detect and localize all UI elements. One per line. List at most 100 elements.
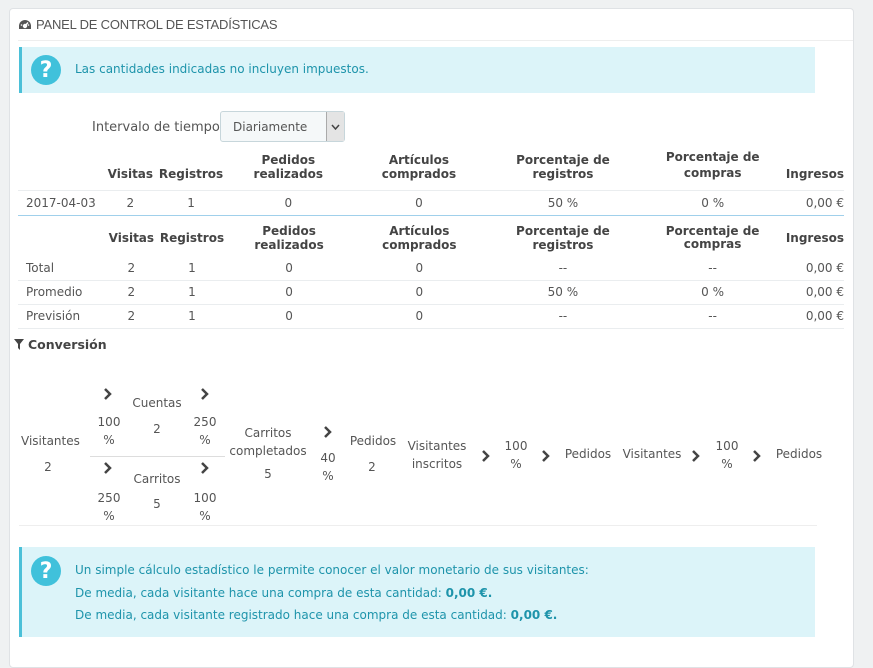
- cell-articulos: 0: [352, 303, 487, 328]
- visitantes-inscritos-label: Visitantes inscritos: [407, 439, 467, 471]
- alert-line-1: Un simple cálculo estadístico le permite…: [75, 563, 589, 577]
- chevron-right-icon: [542, 450, 550, 462]
- header-pct-registros: Porcentaje de registros: [516, 224, 610, 252]
- chevron-down-icon[interactable]: [326, 112, 344, 141]
- stats-table-daily: Visitas Registros Pedidos realizados Art…: [18, 148, 844, 216]
- header-pct-compras: Porcentaje de compras: [665, 149, 760, 180]
- cell-registros: 1: [158, 279, 226, 304]
- carritos-value: 5: [153, 497, 161, 511]
- cell-registros: 1: [158, 303, 226, 328]
- cell-pedidos: 0: [225, 303, 353, 328]
- pedidos-label-3: Pedidos: [775, 447, 823, 461]
- cell-visitas: 2: [104, 279, 159, 304]
- table-row: Previsión 2 1 0 0 -- -- 0,00 €: [18, 303, 844, 328]
- cell-pct-registros: 50 %: [486, 279, 640, 304]
- chevron-right-icon: [201, 462, 209, 474]
- pct-completados-pedidos: 40 %: [320, 451, 336, 483]
- chevron-right-icon: [201, 388, 209, 400]
- info-alert-taxes: ? Las cantidades indicadas no incluyen i…: [19, 47, 815, 93]
- pct-visitantes-pedidos: 100 %: [715, 439, 739, 471]
- cell-pct-compras: --: [639, 303, 786, 328]
- alert-line-3: De media, cada visitante registrado hace…: [75, 608, 557, 622]
- pct-cuentas-carritos: 250 %: [193, 415, 217, 447]
- header-articulos: Artículos comprados: [382, 224, 457, 252]
- header-pedidos: Pedidos realizados: [253, 152, 323, 181]
- question-icon: ?: [31, 55, 61, 85]
- row-label: Previsión: [18, 303, 105, 328]
- cell-pedidos: 0: [285, 260, 293, 275]
- interval-select[interactable]: Diariamente: [220, 111, 345, 142]
- cell-ingresos: 0,00 €: [805, 260, 844, 275]
- header-pct-compras: Porcentaje de compras: [665, 224, 760, 251]
- header-empty: [18, 148, 104, 190]
- filter-icon: [14, 339, 24, 350]
- cell-registros: 1: [188, 260, 196, 275]
- table-row: Promedio 2 1 0 0 50 % 0 % 0,00 €: [18, 279, 844, 304]
- cell-articulos: 0: [352, 279, 487, 304]
- conversion-title-text: Conversión: [28, 337, 107, 352]
- divider: [90, 456, 225, 457]
- pct-visit-carritos: 250 %: [97, 491, 121, 523]
- alert-line-2-value: 0,00 €.: [445, 586, 493, 600]
- pedidos-label: Pedidos: [349, 434, 397, 448]
- header-visitas: Visitas: [107, 166, 154, 181]
- cell-articulos: 0: [415, 260, 424, 275]
- cell-pedidos: 0: [224, 189, 352, 216]
- chevron-right-icon: [104, 462, 112, 474]
- carritos-completados-label: Carritos completados: [229, 426, 307, 458]
- cell-pct-registros: 50 %: [486, 189, 640, 216]
- cell-articulos: 0: [351, 189, 487, 216]
- interval-label: Intervalo de tiempo: [92, 120, 220, 135]
- dashboard-icon: [18, 19, 32, 31]
- pct-carritos-completados: 100 %: [193, 491, 217, 523]
- header-pedidos: Pedidos realizados: [254, 224, 324, 252]
- cell-pct-registros: --: [486, 303, 640, 328]
- header-visitas: Visitas: [108, 231, 155, 245]
- chevron-right-icon: [482, 450, 490, 462]
- stats-table-summary: Visitas Registros Pedidos realizados Art…: [18, 220, 844, 329]
- cuentas-value: 2: [153, 422, 161, 436]
- cuentas-label: Cuentas: [132, 396, 182, 410]
- row-label: Promedio: [18, 279, 105, 304]
- header-empty: [18, 220, 105, 256]
- cell-visitas: 2: [104, 303, 159, 328]
- cell-visitas: 2: [103, 189, 158, 216]
- cell-visitas: 2: [127, 260, 136, 275]
- chevron-right-icon: [104, 388, 112, 400]
- pedidos-value: 2: [368, 460, 376, 474]
- panel-header: PANEL DE CONTROL DE ESTADÍSTICAS: [18, 9, 853, 41]
- chevron-right-icon: [692, 450, 700, 462]
- cell-ingresos: 0,00 €: [785, 279, 844, 304]
- chevron-right-icon: [753, 450, 761, 462]
- carritos-completados-value: 5: [264, 467, 272, 481]
- cell-pct-compras: 0 %: [639, 279, 786, 304]
- visitantes-label-2: Visitantes: [622, 447, 682, 461]
- interval-selected-value: Diariamente: [233, 119, 308, 134]
- header-registros: Registros: [159, 231, 225, 245]
- header-pct-registros: Porcentaje de registros: [516, 152, 610, 181]
- conversion-title: Conversión: [14, 337, 107, 352]
- table-row: 2017-04-03 2 1 0 0 50 % 0 % 0,00 €: [18, 189, 844, 216]
- pedidos-label-2: Pedidos: [564, 447, 612, 461]
- cell-ingresos: 0,00 €: [785, 303, 844, 328]
- pct-inscritos-pedidos: 100 %: [504, 439, 528, 471]
- pct-visit-cuentas: 100 %: [97, 415, 121, 447]
- visitantes-label: Visitantes: [21, 434, 80, 448]
- info-alert-value: ? Un simple cálculo estadístico le permi…: [19, 547, 815, 637]
- cell-pct-registros: --: [558, 260, 568, 275]
- cell-ingresos: 0,00 €: [785, 189, 844, 216]
- alert-text: Las cantidades indicadas no incluyen imp…: [75, 62, 369, 76]
- header-ingresos: Ingresos: [785, 166, 844, 181]
- alert-line-2-text: De media, cada visitante hace una compra…: [75, 586, 442, 600]
- panel-title: PANEL DE CONTROL DE ESTADÍSTICAS: [36, 17, 278, 32]
- row-date: 2017-04-03: [18, 189, 104, 216]
- cell-pct-compras: --: [708, 260, 717, 275]
- cell-pedidos: 0: [225, 279, 353, 304]
- carritos-label: Carritos: [133, 472, 181, 486]
- header-registros: Registros: [158, 166, 224, 181]
- cell-pct-compras: 0 %: [639, 189, 786, 216]
- alert-line-2: De media, cada visitante hace una compra…: [75, 586, 492, 600]
- alert-line-3-text: De media, cada visitante registrado hace…: [75, 608, 507, 622]
- table-row: Total 2 1 0 0 -- -- 0,00 €: [18, 256, 844, 280]
- chevron-right-icon: [324, 426, 332, 438]
